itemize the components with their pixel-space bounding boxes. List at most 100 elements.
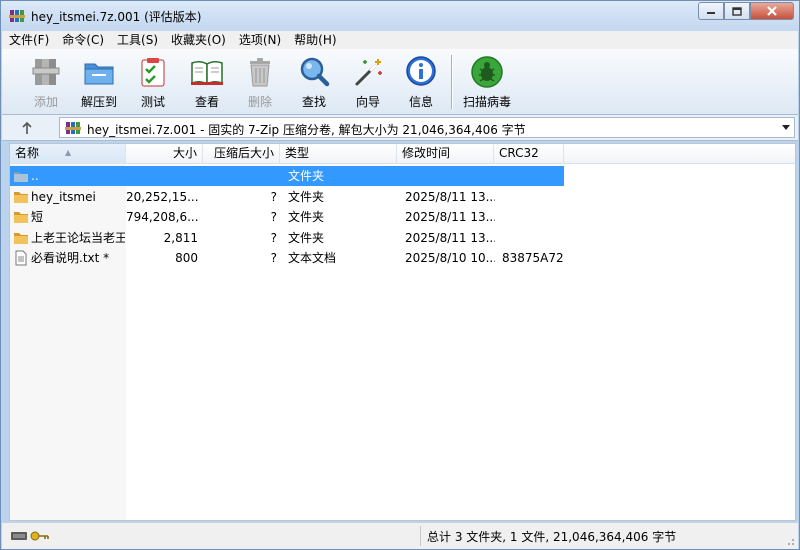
delete-label: 删除 (247, 95, 272, 109)
winrar-icon (9, 10, 25, 22)
file-list: 名称 ▲ 大小 压缩后大小 类型 修改时间 CRC32 .. 文件夹 hey_its… (9, 143, 796, 521)
info-button[interactable]: 信息 (397, 53, 445, 111)
file-crc32 (502, 207, 564, 227)
file-name: 上老王论坛当老王 (31, 230, 125, 245)
file-size: 2,811 (163, 230, 198, 245)
file-type: 文件夹 (288, 189, 325, 204)
file-type: 文本文档 (288, 251, 337, 265)
path-combobox[interactable]: hey_itsmei.7z.001 - 固实的 7-Zip 压缩分卷, 解包大小… (59, 117, 795, 138)
up-arrow-icon[interactable] (19, 120, 35, 136)
status-divider (420, 526, 421, 546)
archive-path: hey_itsmei.7z.001 - 固实的 7-Zip 压缩分卷, 解包大小… (87, 123, 526, 137)
delete-button[interactable]: 删除 (236, 53, 284, 111)
menu-help[interactable]: 帮助(H) (287, 31, 342, 49)
file-type: 文件夹 (288, 210, 325, 224)
text-file-icon (15, 250, 27, 266)
extract-folder-icon (84, 63, 114, 85)
file-name: 短 (31, 210, 44, 224)
chevron-down-icon[interactable] (782, 125, 790, 131)
toolbar-separator (451, 55, 452, 109)
file-crc32 (502, 187, 564, 207)
archive-icon (65, 122, 81, 134)
file-crc32: 83875A72 (502, 251, 564, 265)
status-summary: 总计 3 文件夹, 1 文件, 21,046,364,406 字节 (427, 530, 677, 544)
file-packed-size: ? (270, 189, 277, 204)
view-button[interactable]: 查看 (183, 53, 231, 111)
file-type: 文件夹 (288, 169, 325, 183)
file-packed-size (203, 166, 277, 186)
extract-to-label: 解压到 (80, 95, 117, 109)
wizard-button[interactable]: 向导 (344, 53, 392, 111)
file-name: hey_itsmei (31, 189, 96, 204)
minimize-icon (707, 12, 715, 14)
file-row[interactable]: 必看说明.txt * 800? 文本文档 2025/8/10 10... 83875A7… (10, 248, 564, 268)
drive-key-icon (11, 531, 49, 541)
toolbar: 添加 解压到 测试 查看 删除 查找 向导 信息 扫描病毒 (2, 49, 798, 115)
column-name[interactable]: 名称 ▲ (10, 144, 126, 164)
add-button[interactable]: 添加 (22, 53, 70, 111)
address-bar: hey_itsmei.7z.001 - 固实的 7-Zip 压缩分卷, 解包大小… (2, 115, 798, 141)
file-size: 794,208,6... (126, 210, 198, 224)
resize-grip-icon[interactable] (785, 536, 795, 546)
column-size[interactable]: 大小 (126, 144, 203, 164)
menu-tools[interactable]: 工具(S) (110, 31, 164, 49)
column-packed-size[interactable]: 压缩后大小 (203, 144, 280, 164)
menu-options[interactable]: 选项(N) (232, 31, 287, 49)
column-crc32[interactable]: CRC32 (494, 144, 564, 164)
file-modified: 2025/8/10 10... (405, 251, 495, 265)
file-size: 20,252,15... (126, 189, 198, 204)
add-archive-icon (32, 59, 60, 85)
column-header: 名称 ▲ 大小 压缩后大小 类型 修改时间 CRC32 (10, 144, 795, 164)
file-crc32 (502, 228, 564, 248)
menu-file[interactable]: 文件(F) (2, 31, 55, 49)
file-modified: 2025/8/11 13... (405, 189, 495, 204)
title-bar: hey_itsmei.7z.001 (评估版本) (1, 1, 799, 31)
window-title: hey_itsmei.7z.001 (评估版本) (31, 10, 202, 24)
file-row[interactable]: hey_itsmei 20,252,15...? 文件夹 2025/8/11 13..… (10, 187, 564, 207)
column-name-label: 名称 (15, 146, 40, 160)
wizard-label: 向导 (355, 95, 380, 109)
virus-scan-label: 扫描病毒 (462, 95, 511, 109)
file-size (126, 166, 198, 186)
virus-scan-button[interactable]: 扫描病毒 (459, 53, 515, 111)
bug-icon (471, 56, 503, 88)
test-button[interactable]: 测试 (129, 53, 177, 111)
magic-wand-icon (355, 59, 382, 86)
magnifier-icon (300, 57, 330, 87)
folder-icon (14, 212, 28, 223)
folder-icon (14, 191, 28, 203)
parent-folder-icon (14, 172, 28, 182)
status-bar: 总计 3 文件夹, 1 文件, 21,046,364,406 字节 (2, 522, 798, 549)
add-label: 添加 (33, 95, 58, 109)
file-crc32 (502, 166, 564, 186)
test-label: 测试 (140, 95, 165, 109)
file-packed-size: ? (270, 251, 277, 265)
menu-bar: 文件(F) 命令(C) 工具(S) 收藏夹(O) 选项(N) 帮助(H) (2, 31, 798, 49)
file-row[interactable]: 上老王论坛当老王 2,811? 文件夹 2025/8/11 13... (10, 228, 564, 248)
trash-icon (250, 58, 270, 87)
file-name: 必看说明.txt * (31, 251, 110, 265)
file-row[interactable]: 短 794,208,6...? 文件夹 2025/8/11 13... (10, 207, 564, 227)
column-type[interactable]: 类型 (280, 144, 397, 164)
close-button[interactable] (750, 2, 794, 20)
file-packed-size: ? (270, 210, 277, 224)
app-window: hey_itsmei.7z.001 (评估版本) 文件(F) 命令(C) 工具(… (0, 0, 800, 550)
find-label: 查找 (301, 95, 326, 109)
menu-commands[interactable]: 命令(C) (55, 31, 110, 49)
column-modified[interactable]: 修改时间 (397, 144, 494, 164)
sort-up-icon: ▲ (65, 148, 72, 157)
close-icon (767, 6, 777, 16)
file-row[interactable]: .. 文件夹 (10, 166, 564, 186)
file-modified (405, 166, 495, 186)
view-label: 查看 (194, 95, 219, 109)
menu-favorites[interactable]: 收藏夹(O) (164, 31, 232, 49)
folder-icon (14, 232, 28, 244)
maximize-button[interactable] (724, 2, 750, 20)
extract-to-button[interactable]: 解压到 (75, 53, 123, 111)
view-book-icon (191, 60, 223, 86)
test-checklist-icon (141, 58, 165, 87)
find-button[interactable]: 查找 (290, 53, 338, 111)
info-label: 信息 (408, 95, 433, 109)
minimize-button[interactable] (698, 2, 724, 20)
maximize-icon (732, 6, 742, 16)
